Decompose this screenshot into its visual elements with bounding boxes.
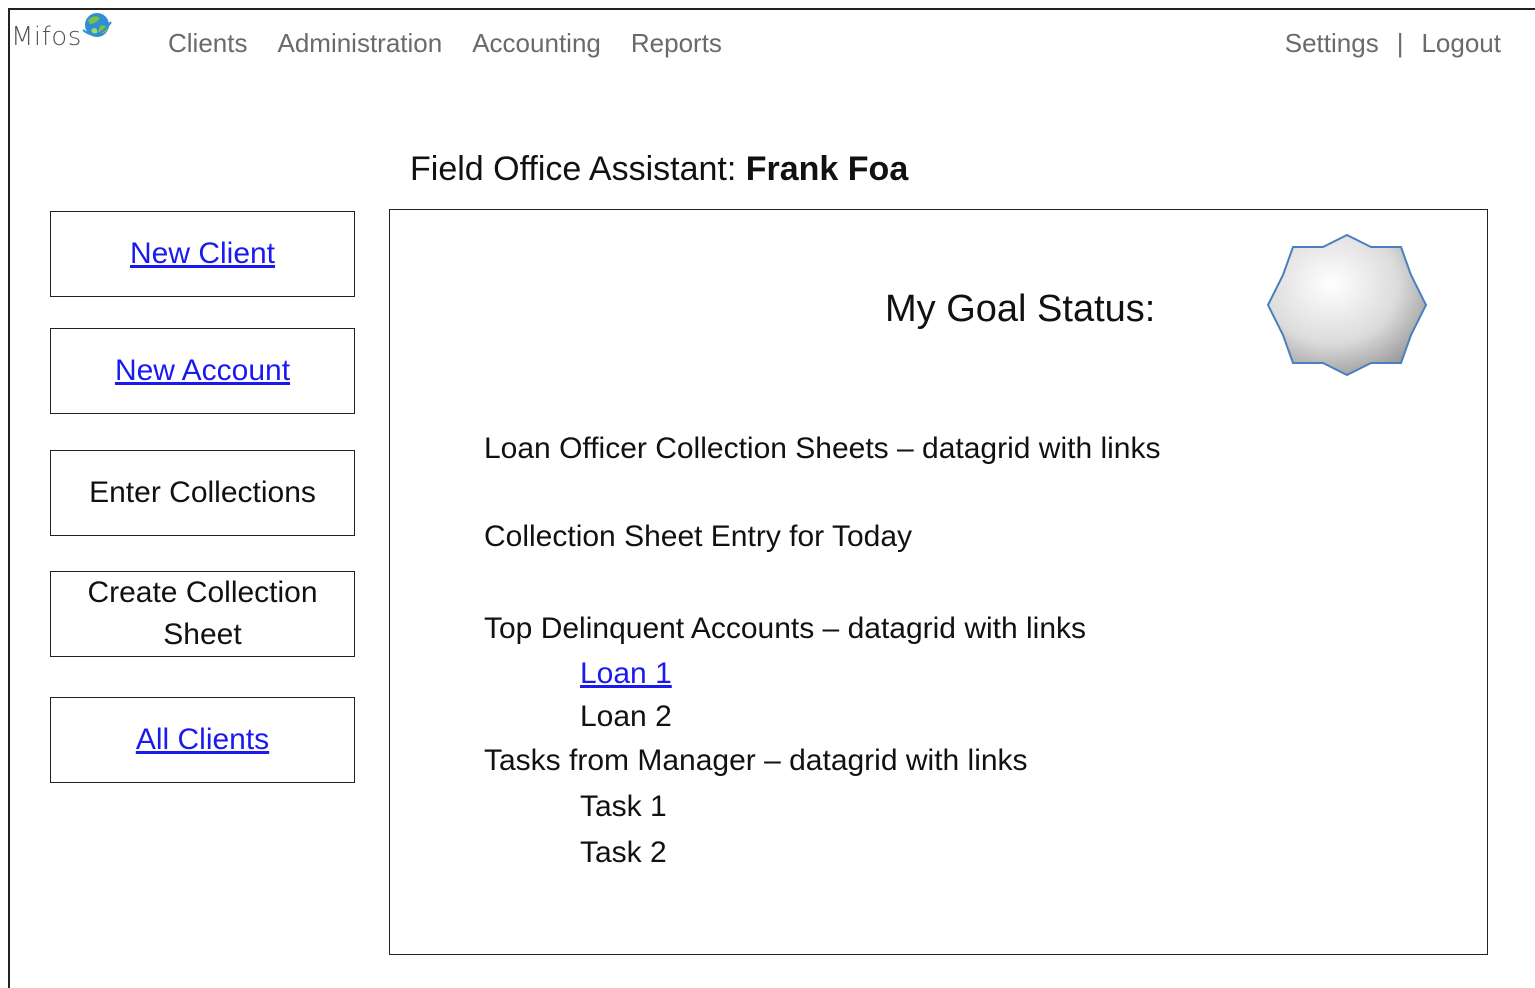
enter-collections-button[interactable]: Enter Collections	[50, 450, 355, 536]
goal-status-label: My Goal Status:	[885, 288, 1156, 330]
user-nav: Settings | Logout	[1285, 28, 1501, 59]
globe-icon	[82, 13, 112, 37]
main-nav: Clients Administration Accounting Report…	[168, 28, 722, 59]
star-badge-icon	[1266, 233, 1428, 377]
nav-reports[interactable]: Reports	[631, 28, 722, 59]
collection-sheets-text: Loan Officer Collection Sheets – datagri…	[484, 432, 1161, 465]
create-collection-sheet-button[interactable]: Create Collection Sheet	[50, 571, 355, 657]
nav-separator: |	[1396, 28, 1404, 58]
tasks-header: Tasks from Manager – datagrid with links	[484, 744, 1028, 777]
page-title-name: Frank Foa	[745, 150, 909, 188]
nav-administration[interactable]: Administration	[277, 28, 442, 59]
new-client-button[interactable]: New Client	[50, 211, 355, 297]
nav-clients[interactable]: Clients	[168, 28, 247, 59]
new-account-label: New Account	[114, 354, 291, 387]
delinquent-header: Top Delinquent Accounts – datagrid with …	[484, 612, 1087, 645]
all-clients-label: All Clients	[135, 723, 270, 756]
new-client-label: New Client	[129, 237, 276, 270]
collection-entry-text: Collection Sheet Entry for Today	[484, 520, 913, 553]
logo-text: Mifos	[11, 22, 82, 52]
loan-2-item: Loan 2	[580, 700, 672, 733]
task-1-item: Task 1	[580, 790, 667, 823]
create-collection-label-line2: Sheet	[163, 618, 242, 651]
loan-1-link[interactable]: Loan 1	[580, 657, 672, 691]
create-collection-label-line1: Create Collection	[87, 576, 318, 609]
task-2-item: Task 2	[580, 836, 667, 869]
all-clients-button[interactable]: All Clients	[50, 697, 355, 783]
page-title-prefix: Field Office Assistant:	[410, 150, 737, 188]
new-account-button[interactable]: New Account	[50, 328, 355, 414]
nav-accounting[interactable]: Accounting	[472, 28, 601, 59]
settings-link[interactable]: Settings	[1285, 28, 1379, 59]
enter-collections-label: Enter Collections	[89, 476, 316, 509]
mifos-logo[interactable]: Mifos	[11, 13, 112, 62]
logout-link[interactable]: Logout	[1421, 28, 1501, 59]
page-title: Field Office Assistant: Frank Foa	[410, 150, 908, 189]
